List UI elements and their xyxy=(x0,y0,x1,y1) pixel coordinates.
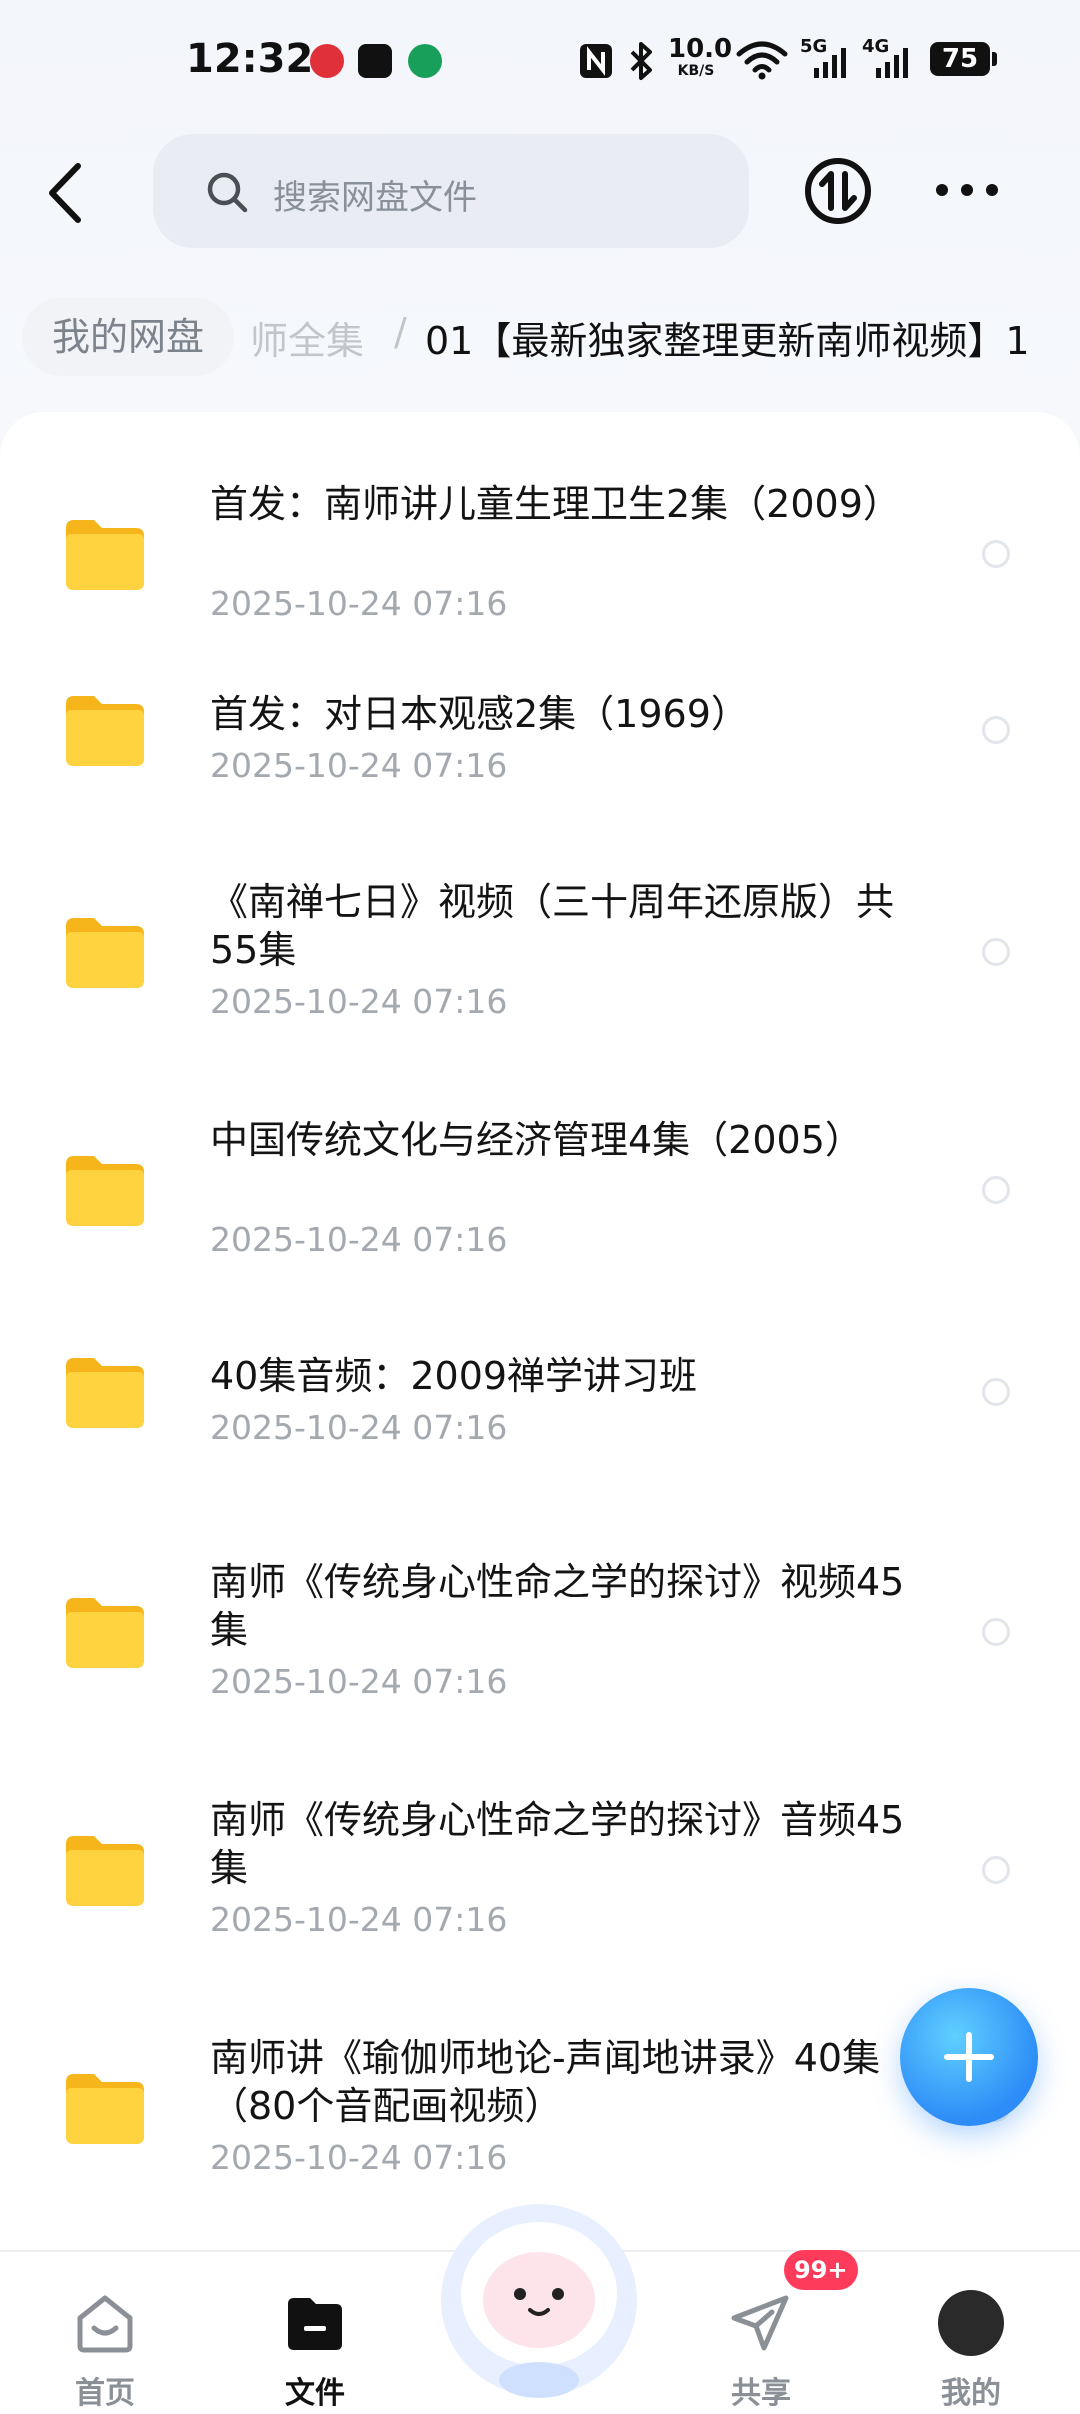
breadcrumb: 师全集 / 01【最新独家整理更新南师视频】1 我的网盘 xyxy=(0,296,1080,388)
folder-icon xyxy=(66,1156,144,1226)
nav-home[interactable]: 首页 xyxy=(40,2276,170,2411)
signal-4g-icon xyxy=(876,48,908,78)
file-row[interactable]: 首发：对日本观感2集（1969） 2025-10-24 07:16 xyxy=(0,622,1080,792)
file-name: 《南禅七日》视频（三十周年还原版）共55集 xyxy=(210,880,895,972)
file-row[interactable]: 40集音频：2009禅学讲习班 2025-10-24 07:16 xyxy=(0,1284,1080,1454)
avatar xyxy=(938,2290,1004,2356)
select-radio[interactable] xyxy=(982,1378,1010,1406)
select-radio[interactable] xyxy=(982,1856,1010,1884)
more-icon[interactable] xyxy=(932,170,1002,210)
file-row[interactable]: 中国传统文化与经济管理4集（2005） 2025-10-24 07:16 xyxy=(0,1048,1080,1259)
tiktok-app-icon xyxy=(358,44,392,78)
folder-icon xyxy=(66,1598,144,1668)
folder-icon xyxy=(66,520,144,590)
nav-mine-label: 我的 xyxy=(941,2376,1001,2411)
status-time: 12:32 xyxy=(186,36,314,82)
folder-icon xyxy=(66,918,144,988)
nav-share-label: 共享 xyxy=(731,2376,791,2411)
share-icon xyxy=(731,2295,789,2351)
nav-mine[interactable]: 我的 xyxy=(906,2276,1036,2411)
file-date: 2025-10-24 07:16 xyxy=(210,1662,508,1701)
status-bar: 12:32 10.0 KB/S 5G 4G 75 xyxy=(0,0,1080,120)
search-icon xyxy=(207,172,248,213)
file-date: 2025-10-24 07:16 xyxy=(210,584,508,623)
breadcrumb-current: 01【最新独家整理更新南师视频】1 xyxy=(425,319,1030,363)
file-name: 南师《传统身心性命之学的探讨》视频45集 xyxy=(210,1560,905,1652)
file-name: 首发：南师讲儿童生理卫生2集（2009） xyxy=(210,482,901,526)
select-radio[interactable] xyxy=(982,1176,1010,1204)
breadcrumb-parent[interactable]: 师全集 xyxy=(250,310,364,365)
file-name: 中国传统文化与经济管理4集（2005） xyxy=(210,1118,863,1162)
folder-icon xyxy=(66,1836,144,1906)
file-date: 2025-10-24 07:16 xyxy=(210,982,508,1021)
bluetooth-icon xyxy=(630,42,652,80)
home-icon xyxy=(77,2295,133,2353)
nav-files-label: 文件 xyxy=(285,2376,345,2411)
share-badge: 99+ xyxy=(784,2250,858,2290)
file-row[interactable]: 南师《传统身心性命之学的探讨》视频45集 2025-10-24 07:16 xyxy=(0,1490,1080,1701)
nfc-icon xyxy=(580,44,612,78)
add-button[interactable] xyxy=(900,1988,1038,2126)
files-icon xyxy=(288,2298,342,2350)
file-name: 首发：对日本观感2集（1969） xyxy=(210,692,749,736)
wifi-icon xyxy=(736,41,788,80)
file-row[interactable]: 《南禅七日》视频（三十周年还原版）共55集 2025-10-24 07:16 xyxy=(0,810,1080,1021)
search-placeholder: 搜索网盘文件 xyxy=(273,178,477,218)
breadcrumb-home[interactable]: 我的网盘 xyxy=(22,298,235,376)
file-row[interactable]: 南师《传统身心性命之学的探讨》音频45集 2025-10-24 07:16 xyxy=(0,1728,1080,1939)
mascot-icon[interactable] xyxy=(432,2190,646,2404)
transfer-icon[interactable] xyxy=(803,156,873,226)
back-arrow-icon[interactable] xyxy=(42,158,92,228)
signal-5g-icon xyxy=(814,48,846,78)
file-name: 南师《传统身心性命之学的探讨》音频45集 xyxy=(210,1798,905,1890)
nav-files[interactable]: 文件 xyxy=(250,2276,380,2411)
file-date: 2025-10-24 07:16 xyxy=(210,1900,508,1939)
breadcrumb-separator: / xyxy=(394,310,407,354)
select-radio[interactable] xyxy=(982,716,1010,744)
mobile-app-icon xyxy=(408,44,442,78)
select-radio[interactable] xyxy=(982,938,1010,966)
file-date: 2025-10-24 07:16 xyxy=(210,1408,508,1447)
search-bar[interactable]: 搜索网盘文件 xyxy=(153,134,749,248)
folder-icon xyxy=(66,696,144,766)
file-date: 2025-10-24 07:16 xyxy=(210,1220,508,1259)
plus-icon xyxy=(944,2032,994,2082)
file-date: 2025-10-24 07:16 xyxy=(210,2138,508,2177)
file-list: 首发：南师讲儿童生理卫生2集（2009） 2025-10-24 07:16 首发：对… xyxy=(0,412,1080,2250)
metro-app-icon xyxy=(310,44,344,78)
file-date: 2025-10-24 07:16 xyxy=(210,746,508,785)
file-name: 南师讲《瑜伽师地论-声闻地讲录》40集（80个音配画视频） xyxy=(210,2036,881,2128)
folder-icon xyxy=(66,1358,144,1428)
select-radio[interactable] xyxy=(982,1618,1010,1646)
battery-indicator: 75 xyxy=(930,42,997,76)
network-speed: 10.0 KB/S xyxy=(668,34,733,79)
folder-icon xyxy=(66,2074,144,2144)
select-radio[interactable] xyxy=(982,540,1010,568)
nav-home-label: 首页 xyxy=(75,2376,135,2411)
file-name: 40集音频：2009禅学讲习班 xyxy=(210,1354,698,1398)
nav-share[interactable]: 共享 xyxy=(696,2276,826,2411)
file-row[interactable]: 首发：南师讲儿童生理卫生2集（2009） 2025-10-24 07:16 xyxy=(0,412,1080,623)
